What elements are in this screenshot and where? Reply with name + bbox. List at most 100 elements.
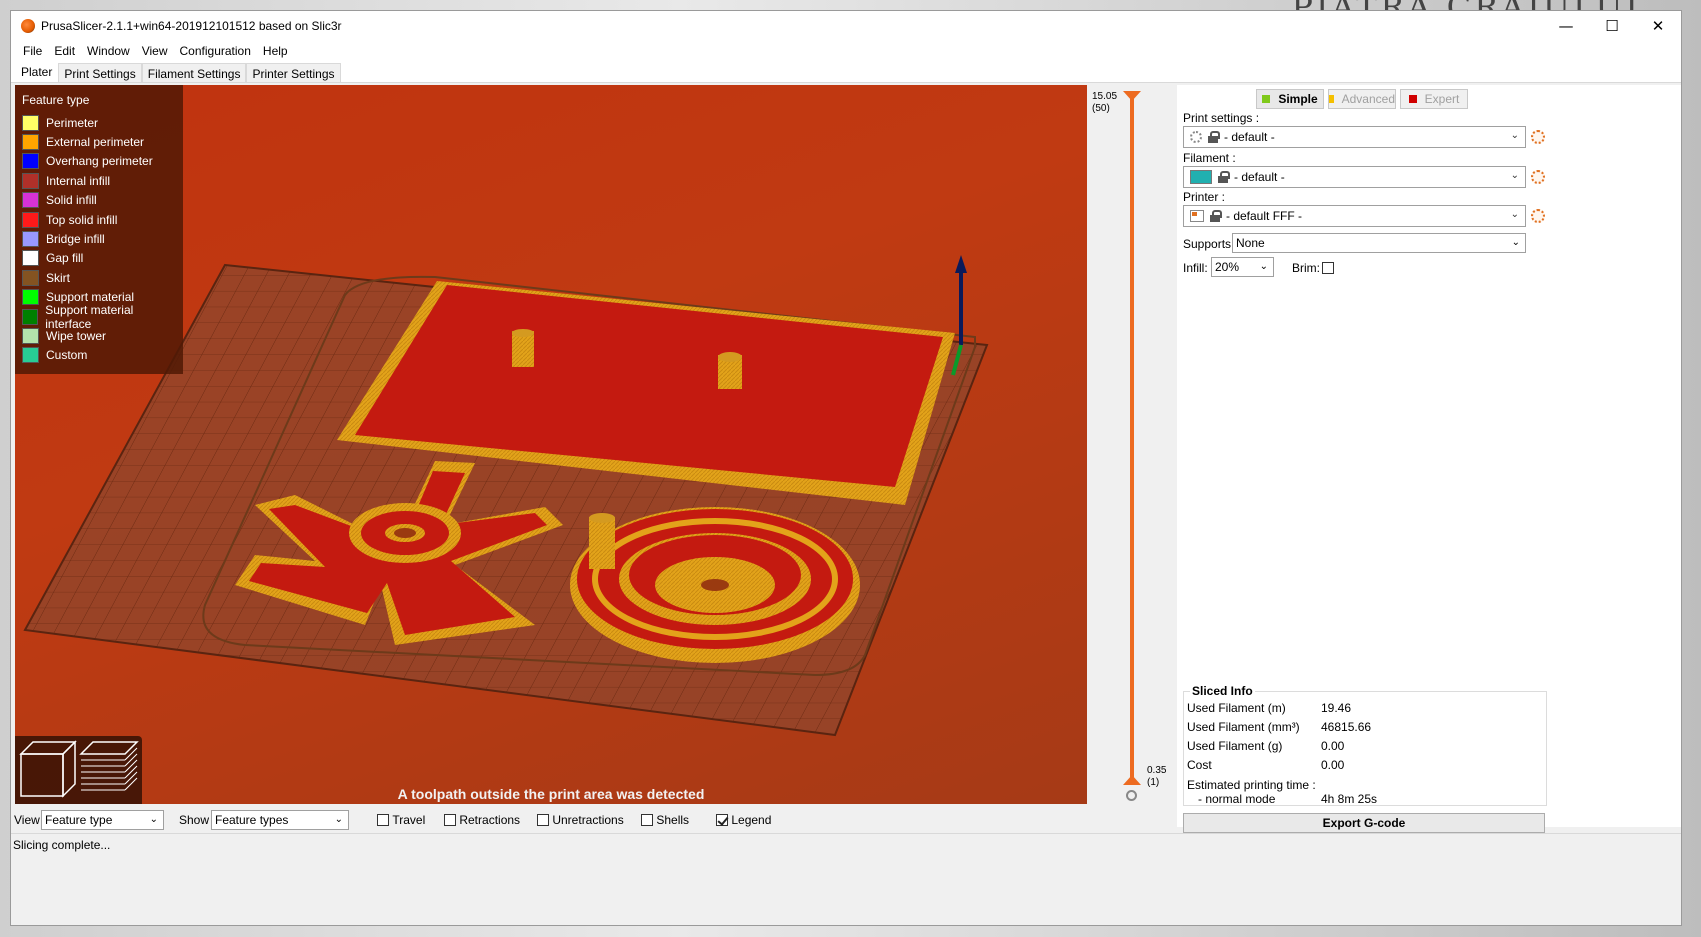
shells-label: Shells xyxy=(656,813,690,827)
travel-label: Travel xyxy=(392,813,426,827)
supports-select[interactable]: None ⌄ xyxy=(1232,233,1526,253)
menu-help[interactable]: Help xyxy=(257,44,294,58)
mode-simple-button[interactable]: Simple xyxy=(1256,89,1324,109)
menu-configuration[interactable]: Configuration xyxy=(174,44,257,58)
3d-preview-canvas[interactable]: Feature type Perimeter External perimete… xyxy=(15,85,1087,804)
window-controls: — ☐ ✕ xyxy=(1543,11,1681,41)
lock-icon xyxy=(1218,171,1230,183)
show-label: Show xyxy=(179,813,210,827)
sliced-info-panel: Sliced Info Used Filament (m) 19.46 Used… xyxy=(1183,684,1547,806)
travel-toggle[interactable]: Travel xyxy=(377,813,425,827)
legend-item: Perimeter xyxy=(22,113,176,132)
chevron-down-icon: ⌄ xyxy=(149,814,158,825)
printer-label: Printer : xyxy=(1183,190,1226,204)
export-gcode-button[interactable]: Export G-code xyxy=(1183,813,1545,833)
info-value: 0.00 xyxy=(1321,739,1345,753)
filament-gear-icon[interactable] xyxy=(1531,170,1545,184)
menu-edit[interactable]: Edit xyxy=(48,44,81,58)
legend-item: Top solid infill xyxy=(22,210,176,229)
info-label: Used Filament (m) xyxy=(1187,701,1286,715)
legend-swatch xyxy=(22,231,39,248)
shells-checkbox[interactable] xyxy=(641,814,653,826)
mode-selector: Simple Advanced Expert xyxy=(1256,89,1472,109)
infill-select[interactable]: 20% ⌄ xyxy=(1211,257,1274,277)
prusaslicer-logo-icon xyxy=(21,19,35,33)
filament-combo[interactable]: - default - ⌄ xyxy=(1183,166,1526,188)
printer-gear-icon[interactable] xyxy=(1531,209,1545,223)
print-settings-label: Print settings : xyxy=(1183,111,1260,125)
legend-label: Bridge infill xyxy=(46,232,105,247)
view-value: Feature type xyxy=(45,813,113,827)
show-value: Feature types xyxy=(215,813,289,827)
legend-swatch xyxy=(22,172,39,189)
printer-icon xyxy=(1190,210,1204,222)
round-disc-part xyxy=(570,507,860,663)
tab-strip: Plater Print Settings Filament Settings … xyxy=(11,61,1681,83)
print-settings-combo[interactable]: - default - ⌄ xyxy=(1183,126,1526,148)
shells-toggle[interactable]: Shells xyxy=(641,813,689,827)
legend-swatch xyxy=(22,153,39,170)
retractions-toggle[interactable]: Retractions xyxy=(444,813,520,827)
upper-thumb-handle[interactable] xyxy=(1123,91,1141,101)
window-title: PrusaSlicer-2.1.1+win64-201912101512 bas… xyxy=(41,19,342,33)
close-button[interactable]: ✕ xyxy=(1635,11,1681,41)
print-settings-gear-icon[interactable] xyxy=(1531,130,1545,144)
legend-label: Custom xyxy=(46,348,88,363)
print-settings-icon xyxy=(1190,131,1202,143)
printer-value: - default FFF - xyxy=(1226,209,1303,223)
sliced-info-title: Sliced Info xyxy=(1190,684,1255,698)
legend-item: Internal infill xyxy=(22,171,176,190)
tab-plater[interactable]: Plater xyxy=(15,61,59,82)
show-select[interactable]: Feature types ⌄ xyxy=(211,810,349,830)
tab-print-settings[interactable]: Print Settings xyxy=(58,63,142,82)
legend-swatch xyxy=(22,114,39,131)
retractions-checkbox[interactable] xyxy=(444,814,456,826)
travel-checkbox[interactable] xyxy=(377,814,389,826)
tab-filament-settings[interactable]: Filament Settings xyxy=(141,63,247,82)
legend-checkbox[interactable] xyxy=(716,814,728,826)
layer-bottom-readout: 0.35 (1) xyxy=(1147,765,1166,789)
legend-item: External perimeter xyxy=(22,132,176,151)
info-label: Used Filament (mm³) xyxy=(1187,720,1300,734)
brim-checkbox[interactable] xyxy=(1322,262,1334,274)
app-window: PrusaSlicer-2.1.1+win64-201912101512 bas… xyxy=(10,10,1682,926)
filament-value: - default - xyxy=(1234,170,1285,184)
minimize-button[interactable]: — xyxy=(1543,11,1589,41)
advanced-mode-icon xyxy=(1329,95,1334,103)
legend-swatch xyxy=(22,289,39,306)
unretractions-toggle[interactable]: Unretractions xyxy=(537,813,624,827)
info-label: Estimated printing time : xyxy=(1187,778,1316,792)
legend-label: Perimeter xyxy=(46,115,99,130)
toolpath-warning: A toolpath outside the print area was de… xyxy=(397,786,705,802)
mode-advanced-button[interactable]: Advanced xyxy=(1328,89,1396,109)
info-value: 0.00 xyxy=(1321,758,1345,772)
printer-combo[interactable]: - default FFF - ⌄ xyxy=(1183,205,1526,227)
unretractions-checkbox[interactable] xyxy=(537,814,549,826)
legend-item: Bridge infill xyxy=(22,229,176,248)
status-bar: Slicing complete... xyxy=(11,833,1681,855)
layer-slider[interactable]: 15.05 (50) 0.35 (1) xyxy=(1087,85,1177,804)
chevron-down-icon: ⌄ xyxy=(1511,237,1520,248)
unretractions-label: Unretractions xyxy=(552,813,624,827)
status-text: Slicing complete... xyxy=(13,837,111,852)
info-label: Used Filament (g) xyxy=(1187,739,1283,753)
preview-toolbar: View Feature type ⌄ Show Feature types ⌄… xyxy=(11,804,1177,836)
mode-expert-button[interactable]: Expert xyxy=(1400,89,1468,109)
slider-lock-icon[interactable] xyxy=(1126,790,1137,801)
menu-window[interactable]: Window xyxy=(81,44,136,58)
info-label: - normal mode xyxy=(1198,792,1276,806)
legend-toggle[interactable]: Legend xyxy=(716,813,771,827)
menu-file[interactable]: File xyxy=(17,44,48,58)
tab-printer-settings[interactable]: Printer Settings xyxy=(246,63,341,82)
filament-color-swatch xyxy=(1190,170,1212,184)
menu-view[interactable]: View xyxy=(136,44,174,58)
slider-track[interactable] xyxy=(1130,95,1134,778)
chevron-down-icon: ⌄ xyxy=(334,814,343,825)
legend-item: Solid infill xyxy=(22,191,176,210)
legend-label: Skirt xyxy=(46,270,70,285)
maximize-button[interactable]: ☐ xyxy=(1589,11,1635,41)
view-select[interactable]: Feature type ⌄ xyxy=(41,810,164,830)
lower-thumb-handle[interactable] xyxy=(1123,775,1141,785)
legend-label: Internal infill xyxy=(46,173,111,188)
layers-view-icon[interactable] xyxy=(79,741,139,791)
